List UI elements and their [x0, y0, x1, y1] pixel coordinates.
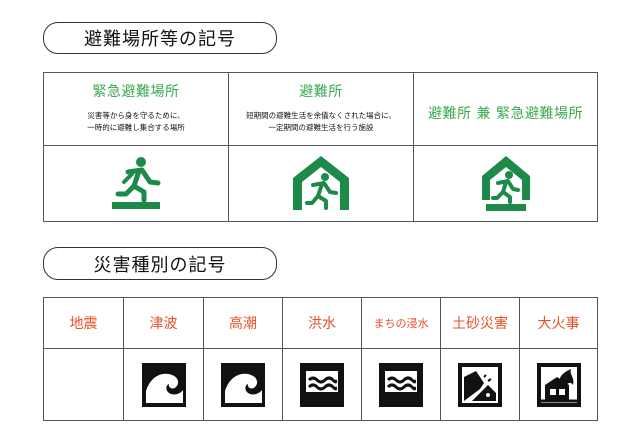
storm-surge-icon: [221, 362, 265, 407]
hazard-label-inland-flood: まちの浸水: [361, 297, 441, 349]
hazard-icon-cell-large-fire: [519, 348, 598, 421]
inland-flood-icon: [379, 362, 423, 407]
hazard-symbols-table: 地震 津波 高潮 洪水 まちの浸水 土砂災害 大火事: [43, 297, 598, 421]
hazard-icon-cell-inland-flood: [361, 348, 441, 421]
shelter-desc-evacuation: 短期間の避難生活を余儀なくされた場合に、 一定期間の避難生活を行う施設: [229, 110, 413, 134]
running-person-emergency-icon: [112, 156, 161, 209]
shelter-desc-emergency: 災害等から身を守るために、 一時的に避難し集合する場所: [44, 110, 228, 134]
shelter-house-icon: [293, 155, 349, 210]
tsunami-icon: [141, 362, 186, 407]
hazard-label-tsunami: 津波: [123, 297, 204, 349]
hazard-label-large-fire: 大火事: [519, 297, 598, 349]
large-fire-icon: [536, 362, 581, 407]
shelter-icon-cell: [413, 145, 598, 222]
shelter-title-emergency: 緊急避難場所: [92, 84, 180, 100]
shelter-title-evacuation: 避難所: [299, 84, 343, 100]
hazard-section-heading: 災害種別の記号: [43, 247, 277, 280]
hazard-icon-cell-tsunami: [123, 348, 204, 421]
shelter-cell-combined: 避難所 兼 緊急避難場所: [413, 72, 598, 146]
shelter-cell-emergency: 緊急避難場所 災害等から身を守るために、 一時的に避難し集合する場所: [43, 72, 229, 146]
shelter-desc-line: 災害等から身を守るために、: [87, 111, 185, 120]
hazard-label-storm-surge: 高潮: [203, 297, 283, 349]
shelter-cell-evacuation: 避難所 短期間の避難生活を余儀なくされた場合に、 一定期間の避難生活を行う施設: [228, 72, 414, 146]
shelter-title-combined: 避難所 兼 緊急避難場所: [428, 106, 583, 122]
shelter-desc-line: 短期間の避難生活を余儀なくされた場合に、: [246, 111, 396, 120]
flood-icon: [300, 362, 344, 407]
hazard-icon-cell-landslide: [440, 348, 520, 421]
hazard-icon-cell-storm-surge: [203, 348, 283, 421]
hazard-label-flood: 洪水: [282, 297, 362, 349]
hazard-icon-cell-earthquake: [43, 348, 124, 421]
hazard-label-landslide: 土砂災害: [440, 297, 520, 349]
shelter-symbols-table: 緊急避難場所 災害等から身を守るために、 一時的に避難し集合する場所 避難所 短…: [43, 72, 598, 222]
landslide-icon: [458, 362, 502, 407]
shelter-icon-cell: [43, 145, 229, 222]
shelter-emergency-combined-icon: [481, 155, 530, 211]
shelter-desc-line: 一時的に避難し集合する場所: [87, 123, 185, 132]
shelter-section-heading: 避難場所等の記号: [43, 22, 277, 54]
hazard-icon-cell-flood: [282, 348, 362, 421]
hazard-label-earthquake: 地震: [43, 297, 124, 349]
shelter-icon-cell: [228, 145, 414, 222]
shelter-desc-line: 一定期間の避難生活を行う施設: [268, 123, 374, 132]
